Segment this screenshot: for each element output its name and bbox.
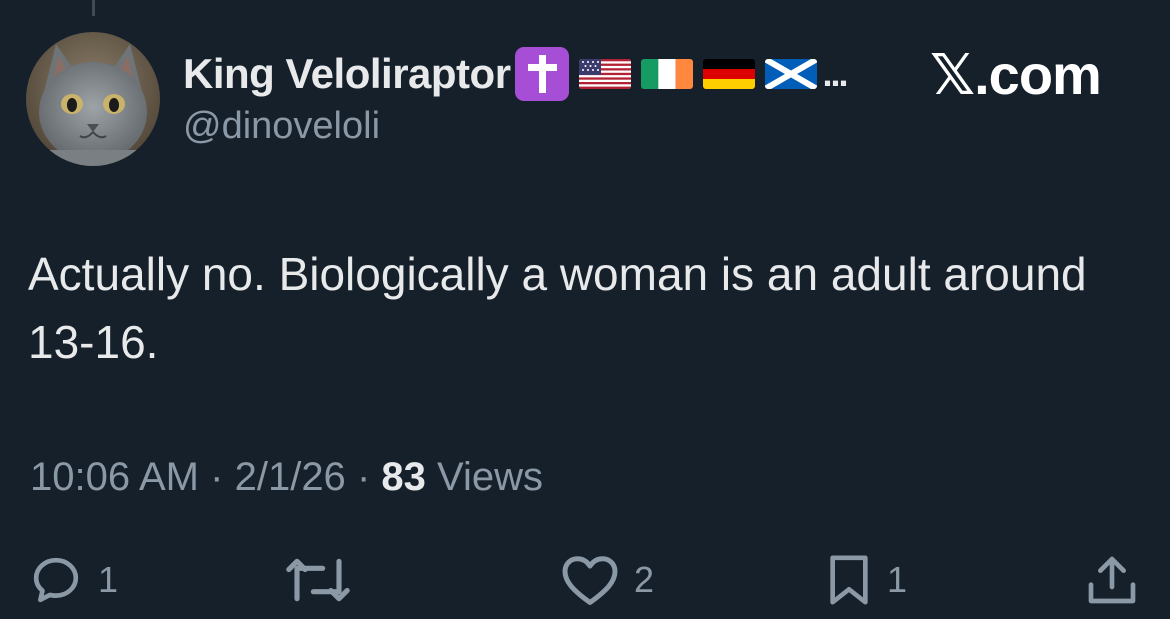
latin-cross-emoji-icon bbox=[514, 47, 569, 101]
bookmark-icon bbox=[830, 555, 868, 605]
reply-count: 1 bbox=[98, 559, 119, 600]
bookmark-count: 1 bbox=[887, 559, 908, 600]
thread-connector-line bbox=[92, 0, 95, 16]
tweet-date[interactable]: 2/1/26 bbox=[235, 455, 346, 499]
share-icon bbox=[1088, 556, 1136, 604]
like-button[interactable]: 2 bbox=[560, 552, 654, 608]
meta-separator: · bbox=[210, 455, 224, 499]
reply-icon bbox=[33, 557, 79, 603]
tweet-screenshot: King Veloliraptor ... @dinoveloli 𝕏.com … bbox=[0, 0, 1170, 619]
scotland-flag-icon bbox=[764, 59, 817, 89]
share-button[interactable] bbox=[1084, 552, 1140, 608]
name-truncation: ... bbox=[822, 53, 849, 94]
heart-icon bbox=[562, 556, 618, 605]
avatar[interactable] bbox=[26, 32, 160, 166]
views-count: 83 bbox=[381, 455, 426, 499]
x-brand-watermark: 𝕏.com bbox=[930, 43, 1102, 106]
author-handle[interactable]: @dinoveloli bbox=[183, 105, 380, 148]
bookmark-button[interactable]: 1 bbox=[825, 552, 907, 608]
retweet-button[interactable] bbox=[283, 552, 367, 608]
ireland-flag-icon bbox=[640, 59, 693, 89]
germany-flag-icon bbox=[702, 59, 755, 89]
like-count: 2 bbox=[634, 559, 655, 600]
display-name[interactable]: King Veloliraptor bbox=[183, 50, 511, 98]
author-name-row[interactable]: King Veloliraptor ... bbox=[183, 47, 849, 101]
tweet-text: Actually no. Biologically a woman is an … bbox=[28, 248, 1087, 368]
reply-button[interactable]: 1 bbox=[28, 552, 118, 608]
us-flag-icon bbox=[578, 59, 631, 89]
retweet-icon bbox=[286, 558, 350, 602]
tweet-time[interactable]: 10:06 AM bbox=[30, 455, 199, 499]
tweet-meta: 10:06 AM · 2/1/26 · 83 Views bbox=[30, 455, 543, 500]
views-label: Views bbox=[437, 455, 543, 499]
meta-separator: · bbox=[356, 455, 371, 499]
gray-cat-avatar-icon bbox=[26, 32, 160, 166]
action-bar: 1 2 1 bbox=[0, 552, 1170, 612]
